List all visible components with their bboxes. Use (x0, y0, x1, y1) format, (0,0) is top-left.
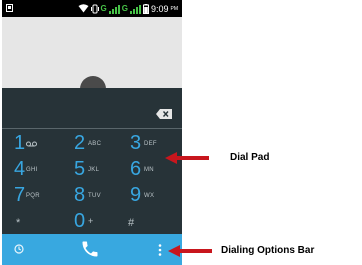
dialpad-key-number: 5 (74, 158, 86, 180)
dialpad-key-0[interactable]: 0 + (64, 210, 122, 234)
status-icons: G G 9:09 PM (78, 2, 179, 15)
dialpad-key-2[interactable]: 2 ABC (64, 132, 122, 156)
phone-icon[interactable] (80, 239, 100, 259)
clock-icon[interactable] (14, 244, 24, 254)
dialpad-key-letters: GHI (26, 167, 38, 173)
status-ampm: PM (170, 5, 179, 12)
voicemail-icon (26, 141, 37, 147)
dialpad: 1 2 ABC 3 DEF 4 GHI 5 JKL 6 MN 7 PQR 8 T… (2, 88, 182, 234)
notification-icon (6, 4, 13, 12)
battery-icon (142, 3, 149, 14)
network-type-label-2: G (121, 4, 128, 13)
options-bar-arrow (168, 245, 212, 257)
dialpad-key-hash[interactable]: # (122, 210, 180, 234)
dialpad-key-5[interactable]: 5 JKL (64, 158, 122, 182)
dialpad-key-letters: MN (144, 167, 154, 173)
dialpad-key-9[interactable]: 9 WX (122, 184, 180, 208)
dialpad-divider (2, 128, 182, 129)
dial-pad-annotation: Dial Pad (230, 152, 270, 163)
dialpad-key-8[interactable]: 8 TUV (64, 184, 122, 208)
dialpad-key-number: 1 (14, 132, 26, 154)
dialpad-key-4[interactable]: 4 GHI (2, 158, 60, 182)
wifi-icon (78, 4, 88, 13)
dialpad-key-number: 7 (14, 184, 26, 206)
dialpad-key-number: 9 (130, 184, 142, 206)
dialpad-key-letters: WX (144, 193, 155, 199)
vibrate-icon (90, 4, 99, 13)
dialing-options-bar (2, 234, 182, 265)
dialpad-key-number: * (16, 217, 21, 229)
dialpad-key-letters: TUV (88, 193, 101, 199)
dialpad-key-number: 3 (130, 132, 142, 154)
dialpad-key-letters: JKL (88, 167, 100, 173)
dialpad-key-1[interactable]: 1 (2, 132, 60, 156)
dial-pad-arrow (165, 152, 209, 164)
dialpad-key-7[interactable]: 7 PQR (2, 184, 60, 208)
status-time: 9:09 (150, 3, 169, 14)
signal-strength-icon-2 (129, 4, 141, 14)
phone-screen: G G 9:09 PM 1 2 ABC 3 DEF 4 GHI 5 JKL 6 … (2, 0, 182, 265)
dialpad-key-number: 8 (74, 184, 86, 206)
dialpad-key-number: 2 (74, 132, 86, 154)
options-bar-annotation: Dialing Options Bar (221, 245, 315, 256)
dialpad-key-number: 4 (14, 158, 26, 180)
dialpad-key-number: # (128, 217, 135, 229)
dialpad-key-number: 0 (74, 210, 86, 232)
dialpad-key-star[interactable]: * (2, 210, 60, 234)
more-vert-icon[interactable] (158, 244, 162, 256)
dialpad-key-letters: PQR (26, 193, 40, 199)
dialpad-key-letters: DEF (144, 141, 157, 147)
dialpad-key-number: 6 (130, 158, 142, 180)
speed-dial-header (49, 76, 131, 95)
signal-strength-icon (108, 4, 120, 14)
contacts-area (2, 17, 182, 95)
dialpad-key-letters: ABC (88, 141, 102, 147)
dialpad-key-letters: + (88, 216, 94, 226)
status-bar: G G 9:09 PM (2, 0, 182, 17)
backspace-icon[interactable] (156, 109, 172, 119)
network-type-label: G (100, 4, 107, 13)
